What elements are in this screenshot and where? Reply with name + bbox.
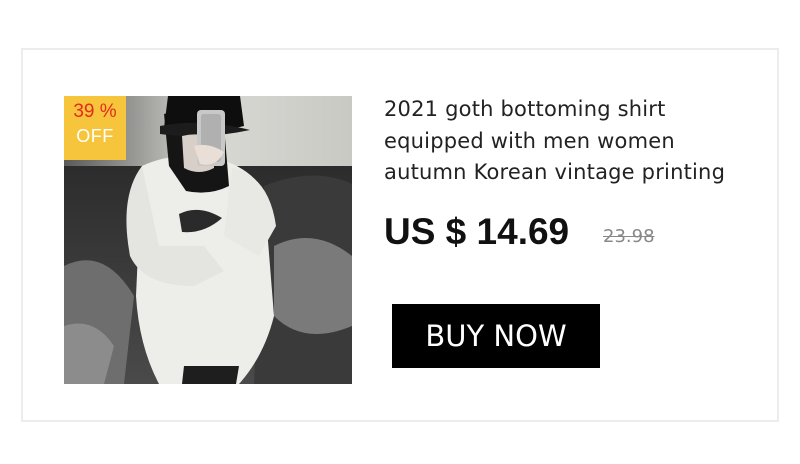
buy-now-button[interactable]: BUY NOW	[392, 304, 600, 368]
current-price: US $ 14.69	[384, 211, 570, 252]
product-title[interactable]: 2021 goth bottoming shirt equipped with …	[384, 94, 754, 186]
discount-badge: 39 % OFF	[64, 96, 126, 160]
original-price: 23.98	[603, 226, 655, 247]
discount-off-label: OFF	[76, 126, 114, 146]
discount-percent: 39 %	[73, 101, 117, 122]
